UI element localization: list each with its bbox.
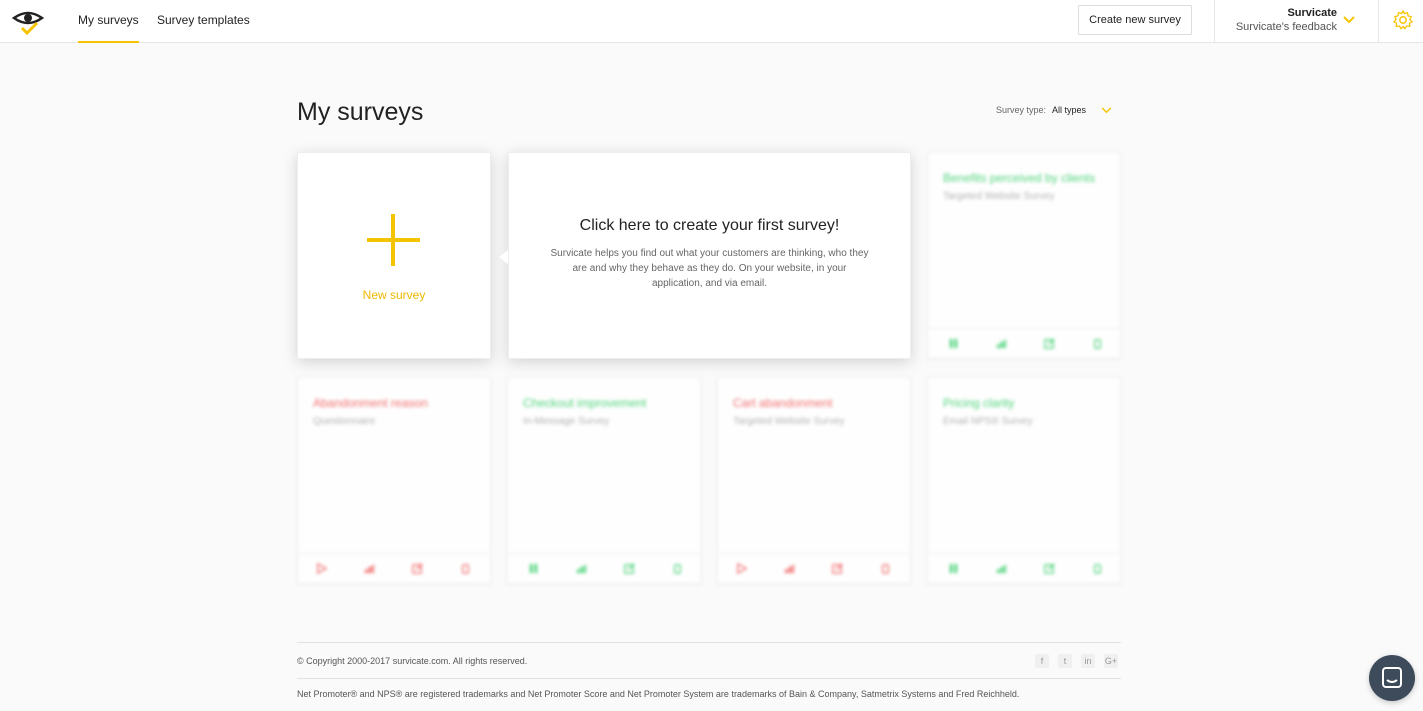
- callout-title[interactable]: Click here to create your first survey!: [508, 217, 911, 235]
- chevron-down-icon[interactable]: [1101, 107, 1112, 114]
- account-switcher[interactable]: Survicate Survicate's feedback: [1225, 6, 1337, 34]
- survey-type: In-Message Survey: [523, 416, 610, 427]
- survey-card[interactable]: Cart abandonment Targeted Website Survey: [717, 377, 911, 584]
- survey-type: Targeted Website Survey: [943, 191, 1055, 202]
- gear-icon[interactable]: [1392, 9, 1414, 31]
- trash-icon[interactable]: [1092, 563, 1103, 574]
- google-plus-icon[interactable]: G+: [1104, 654, 1118, 668]
- callout-arrow-icon: [499, 250, 508, 264]
- pause-icon[interactable]: [948, 338, 959, 349]
- survey-title: Cart abandonment: [733, 396, 833, 410]
- tab-my-surveys[interactable]: My surveys: [78, 0, 139, 43]
- linkedin-icon[interactable]: in: [1081, 654, 1095, 668]
- chart-icon[interactable]: [996, 563, 1007, 574]
- pause-icon[interactable]: [948, 563, 959, 574]
- survey-title: Pricing clarity: [943, 396, 1015, 410]
- trash-icon[interactable]: [460, 563, 471, 574]
- edit-icon[interactable]: [832, 563, 843, 574]
- footer-divider: [297, 642, 1121, 643]
- edit-icon[interactable]: [624, 563, 635, 574]
- trash-icon[interactable]: [1092, 338, 1103, 349]
- tab-survey-templates[interactable]: Survey templates: [157, 0, 250, 43]
- divider: [1378, 0, 1379, 43]
- chart-icon[interactable]: [996, 338, 1007, 349]
- survey-type: Targeted Website Survey: [733, 416, 845, 427]
- survey-card[interactable]: Checkout improvement In-Message Survey: [507, 377, 701, 584]
- survey-type: Email NPS® Survey: [943, 416, 1033, 427]
- survey-title: Checkout improvement: [523, 396, 647, 410]
- trademark-notice: Net Promoter® and NPS® are registered tr…: [297, 689, 1020, 699]
- survey-type: Questionnaire: [313, 416, 376, 427]
- survey-type-filter[interactable]: Survey type: All types: [996, 105, 1086, 115]
- survey-card[interactable]: Pricing clarity Email NPS® Survey: [927, 377, 1121, 584]
- survey-card[interactable]: Benefits perceived by clients Targeted W…: [927, 152, 1121, 359]
- chart-icon[interactable]: [364, 563, 375, 574]
- filter-value[interactable]: All types: [1052, 105, 1086, 115]
- plus-icon[interactable]: [391, 214, 395, 266]
- pause-icon[interactable]: [528, 563, 539, 574]
- survey-actions: [928, 553, 1120, 583]
- facebook-icon[interactable]: f: [1035, 654, 1049, 668]
- edit-icon[interactable]: [1044, 563, 1055, 574]
- new-survey-label[interactable]: New survey: [297, 288, 491, 302]
- edit-icon[interactable]: [1044, 338, 1055, 349]
- chart-icon[interactable]: [784, 563, 795, 574]
- survey-actions: [508, 553, 700, 583]
- copyright-text: © Copyright 2000-2017 survicate.com. All…: [297, 656, 528, 666]
- survey-actions: [928, 328, 1120, 358]
- filter-label: Survey type:: [996, 105, 1047, 115]
- survey-title: Benefits perceived by clients: [943, 171, 1096, 185]
- top-navigation-bar: My surveys Survey templates Create new s…: [0, 0, 1423, 43]
- play-icon[interactable]: [736, 563, 747, 574]
- trash-icon[interactable]: [672, 563, 683, 574]
- account-name: Survicate: [1287, 7, 1337, 19]
- survicate-logo-icon[interactable]: [10, 6, 46, 36]
- workspace-name: Survicate's feedback: [1235, 21, 1337, 33]
- page-title: My surveys: [297, 98, 424, 126]
- survey-card[interactable]: Abandonment reason Questionnaire: [297, 377, 491, 584]
- survey-title: Abandonment reason: [313, 396, 428, 410]
- chat-launcher-button[interactable]: [1369, 655, 1415, 701]
- chart-icon[interactable]: [576, 563, 587, 574]
- survey-actions: [298, 553, 490, 583]
- chat-icon[interactable]: [1369, 655, 1415, 701]
- create-new-survey-button[interactable]: Create new survey: [1078, 5, 1192, 35]
- play-icon[interactable]: [316, 563, 327, 574]
- twitter-icon[interactable]: t: [1058, 654, 1072, 668]
- callout-description: Survicate helps you find out what your c…: [550, 248, 869, 289]
- footer-divider: [297, 678, 1121, 679]
- survey-actions: [718, 553, 910, 583]
- trash-icon[interactable]: [880, 563, 891, 574]
- edit-icon[interactable]: [412, 563, 423, 574]
- chevron-down-icon[interactable]: [1343, 16, 1355, 24]
- divider: [1214, 0, 1215, 43]
